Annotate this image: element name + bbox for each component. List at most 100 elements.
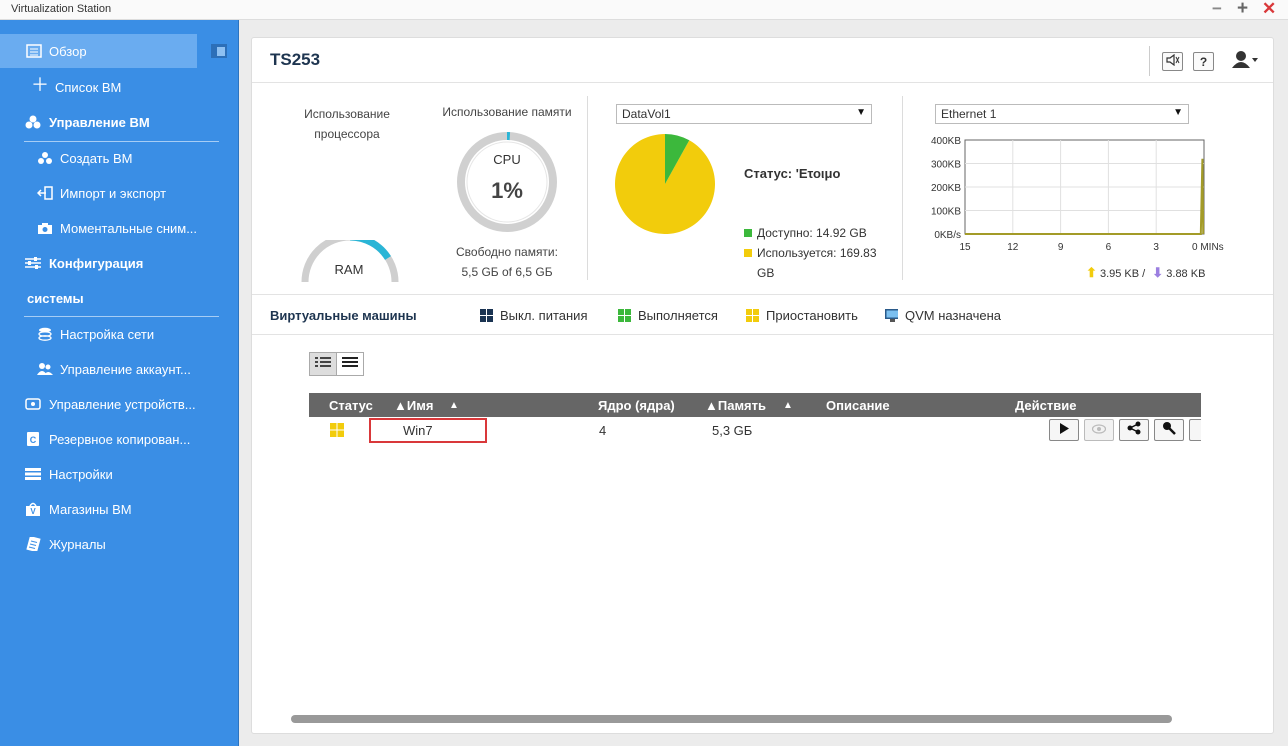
volume-select[interactable]: DataVol1 ▼ (616, 104, 872, 124)
volume-button[interactable] (1162, 52, 1183, 71)
sidebar-item-backup[interactable]: C Резервное копирован... (0, 422, 239, 456)
vm-management-icon (25, 115, 41, 129)
vm-name[interactable]: Win7 (403, 423, 433, 438)
overview-icon (26, 44, 42, 58)
used-text-unit: GB (757, 266, 775, 280)
sidebar-item-vm-store[interactable]: V Магазины ВМ (0, 492, 239, 526)
sidebar-item-label: Импорт и экспорт (60, 186, 167, 201)
network-interface-value: Ethernet 1 (941, 107, 997, 121)
storage-legend: Доступно: 14.92 GB Используется: 169.83 … (744, 223, 877, 283)
column-cores[interactable]: Ядро (ядра) (598, 398, 675, 413)
storage-status: Статус: 'Ετοιμο (744, 166, 841, 181)
sidebar: Обзор ＋ Список ВМ Управление ВМ Создать … (0, 20, 239, 746)
monitor-icon (885, 309, 898, 322)
storage-pie-chart (615, 134, 715, 234)
start-vm-button[interactable] (1049, 419, 1079, 441)
list-view-icon (342, 355, 358, 373)
divider (902, 96, 903, 280)
sidebar-item-logs[interactable]: Журналы (0, 527, 239, 561)
sidebar-item-overview[interactable]: Обзор (0, 34, 197, 68)
y-tick-label: 400KB (931, 136, 961, 147)
legend-label: QVM назначена (905, 308, 1001, 323)
upload-arrow-icon: ⬆ (1086, 265, 1097, 280)
logs-icon (25, 537, 41, 551)
column-memory[interactable]: ▲Память (705, 398, 766, 413)
download-rate: 3.88 KB (1166, 268, 1206, 280)
legend-label: Выкл. питания (500, 308, 588, 323)
minimize-button[interactable]: − (1212, 0, 1222, 18)
help-button[interactable]: ? (1193, 52, 1214, 71)
volume-select-value: DataVol1 (622, 107, 671, 121)
network-rates: ⬆ 3.95 KB / ⬇ 3.88 KB (1086, 265, 1205, 281)
view-console-button[interactable] (1084, 419, 1114, 441)
dropdown-arrow-icon: ▼ (856, 107, 866, 118)
user-menu-button[interactable] (1232, 50, 1258, 70)
vm-table-header: Статус ▲Имя ▲ Ядро (ядра) ▲Память ▲ Опис… (309, 393, 1201, 417)
legend-used: Используется: 169.83 (744, 243, 877, 263)
list-view-button[interactable] (336, 352, 364, 376)
sidebar-item-label: Список ВМ (55, 80, 122, 95)
memory-gauge-label: CPU (493, 152, 521, 167)
sidebar-item-system-configuration[interactable]: Конфигурация (0, 246, 239, 280)
upload-rate: 3.95 KB / (1099, 268, 1146, 280)
memory-usage-label: Использование памяти (442, 105, 572, 119)
sidebar-item-network[interactable]: Настройка сети (0, 317, 239, 351)
sidebar-item-label: Моментальные сним... (60, 221, 198, 236)
y-tick-label: 100KB (931, 207, 961, 218)
sidebar-item-vm-management[interactable]: Управление ВМ (0, 105, 239, 139)
free-memory-value: 5,5 GБ of 6,5 GБ (461, 265, 553, 279)
network-traffic-chart: 400KB 300KB 200KB 100KB 0KB/s15 12 9 6 3 0 MINs (931, 136, 1224, 253)
detail-list-view-button[interactable] (309, 352, 337, 376)
x-tick-label: 12 (1007, 242, 1019, 253)
sidebar-item-import-export[interactable]: Импорт и экспорт (0, 176, 239, 210)
sidebar-item-system-configuration-cont[interactable]: системы (0, 281, 239, 315)
sidebar-item-snapshots[interactable]: Моментальные сним... (0, 211, 239, 245)
column-name[interactable]: ▲Имя (394, 398, 433, 413)
sidebar-item-create-vm[interactable]: Создать ВМ (0, 141, 239, 175)
device-icon (25, 397, 41, 411)
network-interface-select[interactable]: Ethernet 1 ▼ (935, 104, 1189, 124)
create-vm-icon (37, 151, 53, 165)
sidebar-item-settings[interactable]: Настройки (0, 457, 239, 491)
running-status-icon (618, 309, 631, 322)
vm-legend-bar: Виртуальные машины Выкл. питания Выполня… (252, 294, 1273, 335)
dropdown-arrow-icon: ▼ (1173, 107, 1183, 118)
sidebar-item-label: Управление ВМ (49, 115, 150, 130)
horizontal-scrollbar[interactable] (291, 715, 1172, 723)
divider (587, 96, 588, 280)
share-vm-button[interactable] (1119, 419, 1149, 441)
column-name-sort[interactable]: ▲ (449, 400, 459, 411)
more-actions-button[interactable] (1189, 419, 1201, 441)
collapse-sidebar-icon[interactable] (211, 44, 227, 63)
nas-hostname: TS253 (270, 50, 321, 69)
vm-settings-button[interactable] (1154, 419, 1184, 441)
cpu-usage-label: Использование процессора (292, 104, 402, 144)
legend-qvm-assigned: QVM назначена (885, 308, 1001, 323)
vm-section-title: Виртуальные машины (270, 308, 417, 323)
column-status[interactable]: Статус (329, 398, 373, 413)
powered-off-status-icon (480, 309, 493, 322)
available-text: Доступно: 14.92 GB (757, 226, 867, 240)
accounts-icon (37, 362, 53, 376)
cpu-label-line2: процессора (314, 127, 380, 141)
sidebar-item-devices[interactable]: Управление устройств... (0, 387, 239, 421)
column-action[interactable]: Действие (1015, 398, 1076, 413)
sidebar-item-label: Обзор (49, 44, 87, 59)
free-memory-label: Свободно памяти: (456, 245, 558, 259)
column-memory-sort[interactable]: ▲ (783, 400, 793, 411)
x-tick-label: 0 MINs (1192, 242, 1224, 253)
sidebar-item-accounts[interactable]: Управление аккаунт... (0, 352, 239, 386)
close-button[interactable]: ✕ (1262, 0, 1276, 18)
download-arrow-icon: ⬇ (1152, 265, 1164, 280)
svg-text:C: C (30, 435, 37, 445)
free-memory: Свободно памяти: 5,5 GБ of 6,5 GБ (432, 242, 582, 282)
sidebar-item-label: системы (27, 291, 84, 306)
sidebar-item-vm-list[interactable]: ＋ Список ВМ (0, 70, 239, 104)
legend-paused: Приостановить (746, 308, 858, 323)
panel-header: TS253 ? (252, 38, 1273, 83)
sidebar-item-label: Магазины ВМ (49, 502, 132, 517)
maximize-button[interactable]: + (1237, 0, 1248, 18)
column-description[interactable]: Описание (826, 398, 890, 413)
sidebar-item-label: Резервное копирован... (49, 432, 191, 447)
overview-panel: TS253 ? Использование процессора RAM Исп… (251, 37, 1274, 734)
